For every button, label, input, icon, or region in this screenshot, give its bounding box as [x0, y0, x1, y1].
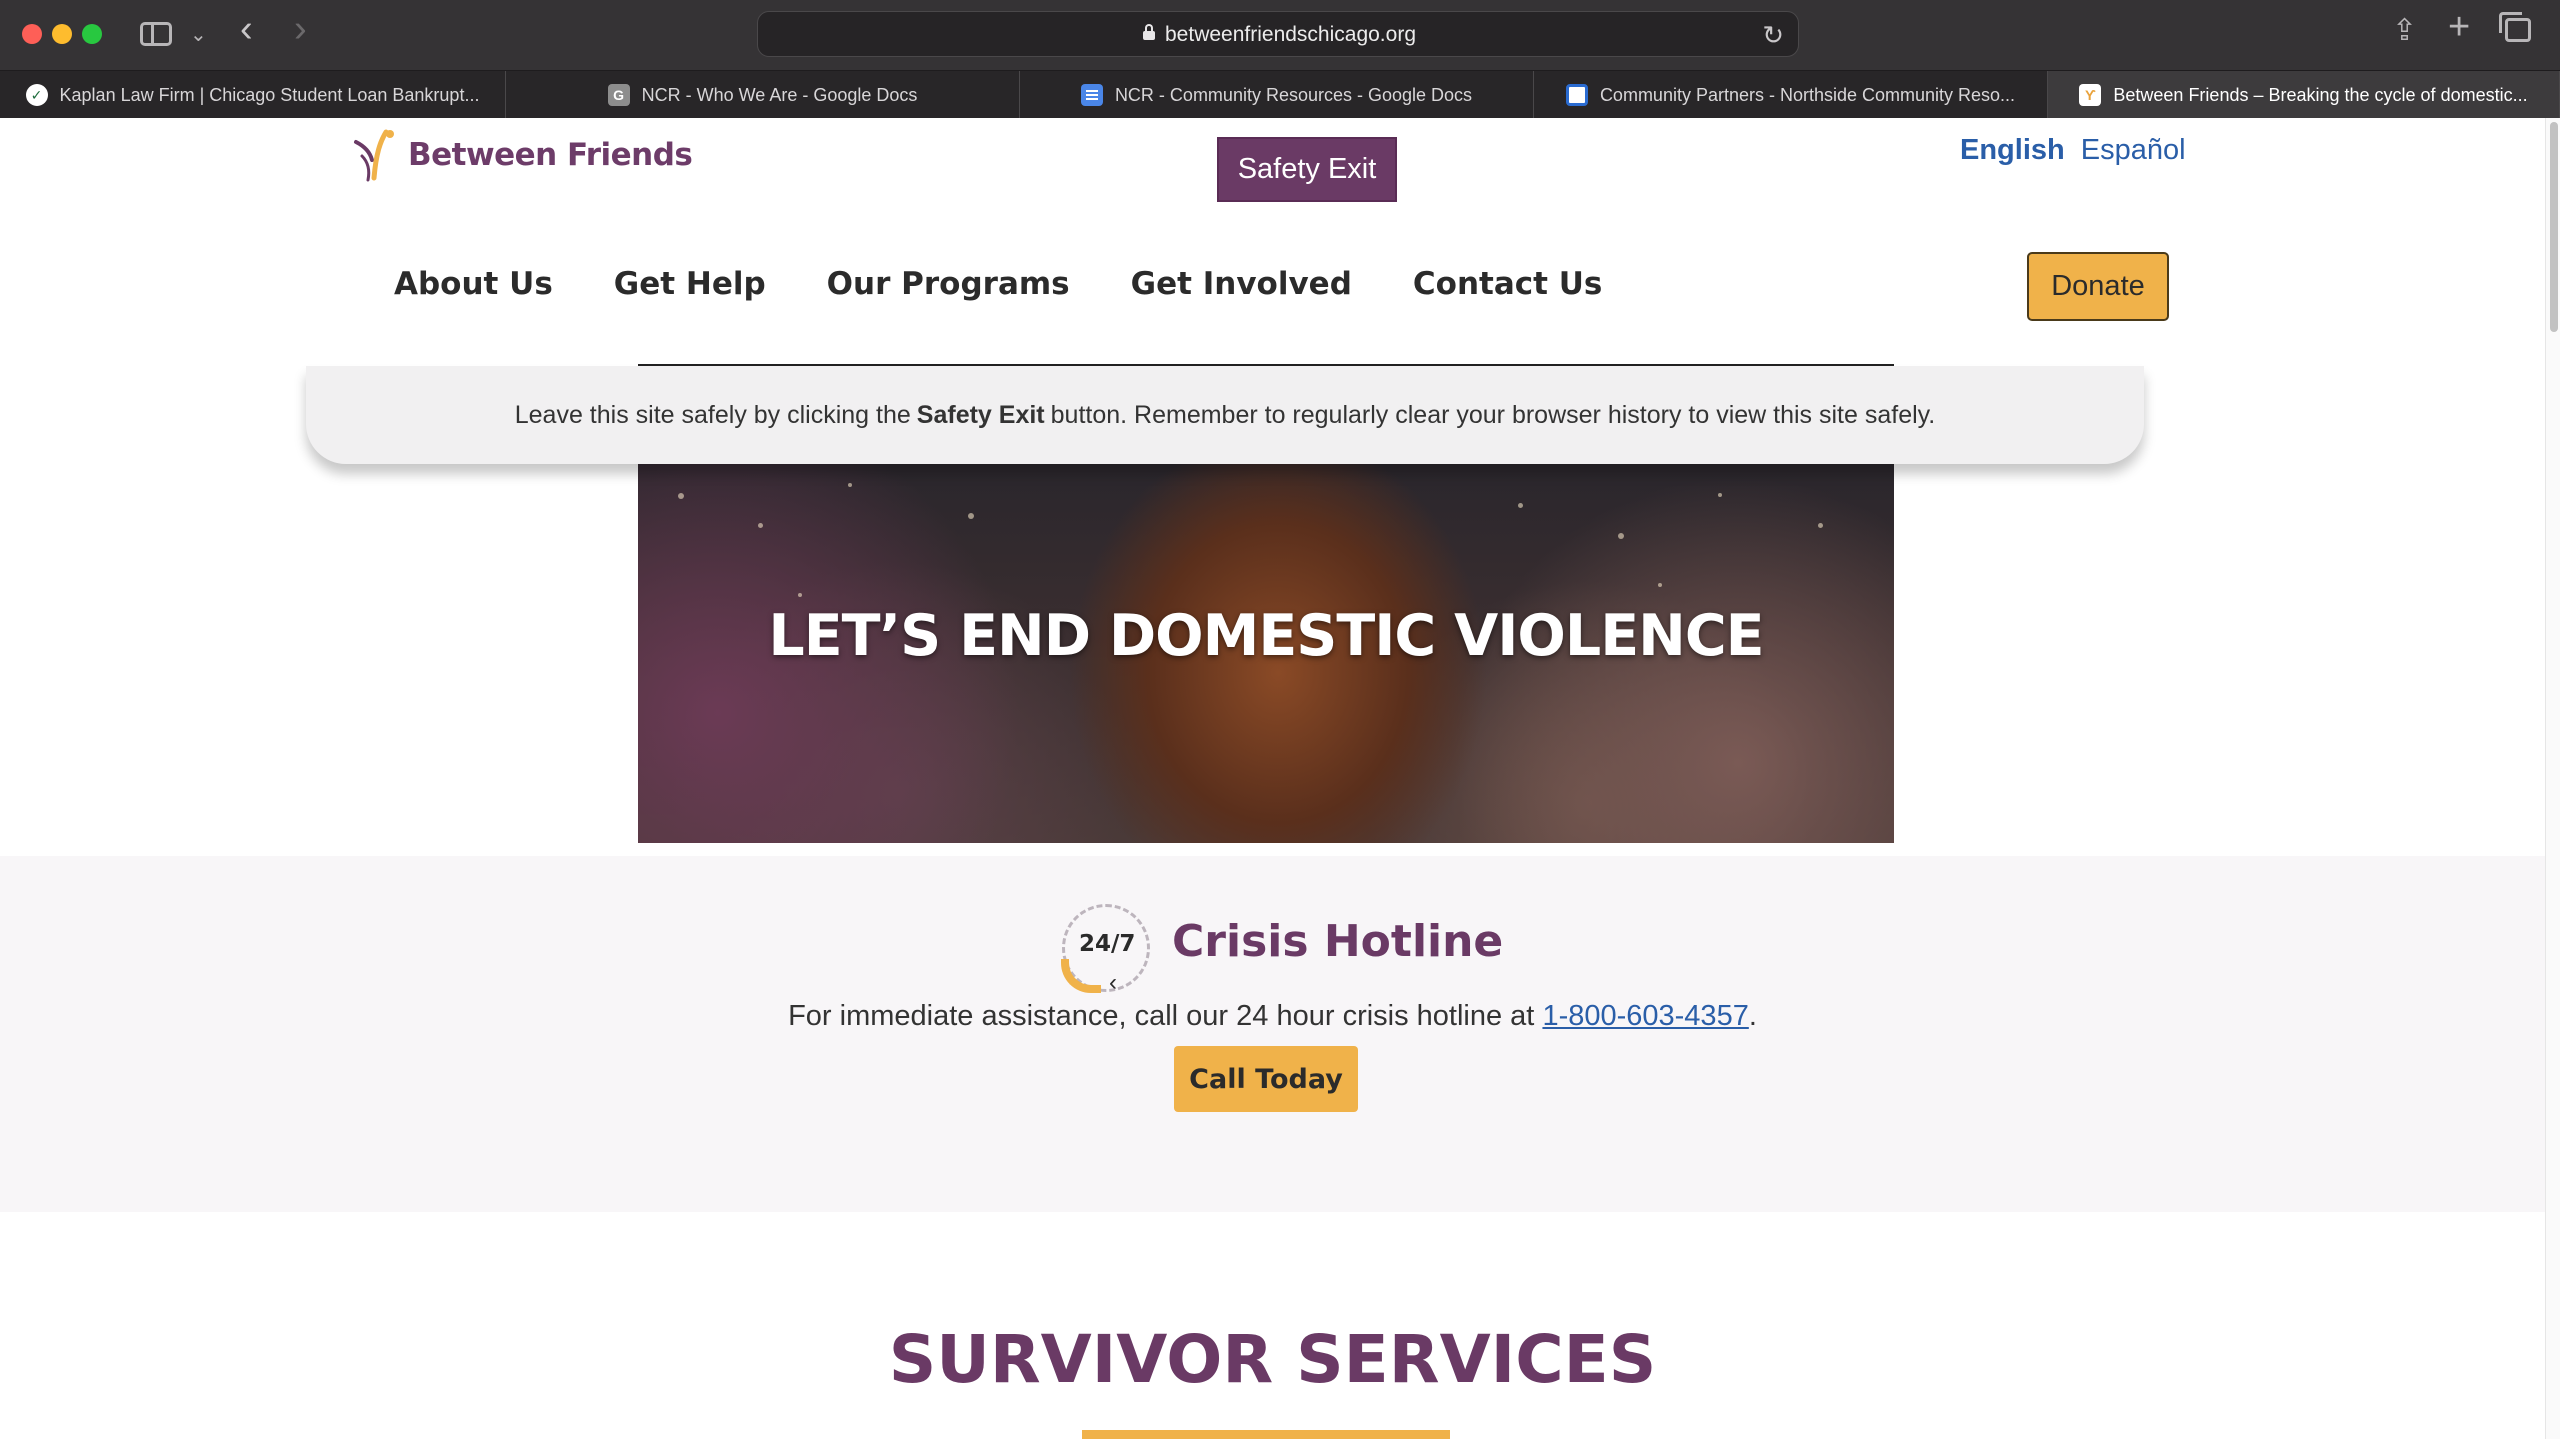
close-window-button[interactable]: [22, 24, 42, 44]
browser-tab[interactable]: NCR - Community Resources - Google Docs: [1020, 71, 1534, 119]
crisis-hotline-text: For immediate assistance, call our 24 ho…: [0, 1000, 2545, 1033]
google-docs-icon: [1080, 84, 1103, 106]
crisis-hotline-section: 24/7 ‹ Crisis Hotline For immediate assi…: [0, 856, 2545, 1212]
browser-tab[interactable]: Community Partners - Northside Community…: [1534, 71, 2048, 119]
tab-label: Community Partners - Northside Community…: [1599, 84, 2016, 105]
share-icon[interactable]: ⇪: [2392, 16, 2417, 46]
hero-banner-image: LET’S END DOMESTIC VIOLENCE: [638, 463, 1894, 843]
page-scrollbar[interactable]: [2545, 118, 2560, 1439]
notice-text-bold: Safety Exit: [916, 400, 1045, 429]
tab-label: NCR - Who We Are - Google Docs: [641, 84, 918, 105]
heading-underline: [1082, 1430, 1450, 1439]
crisis-text-before: For immediate assistance, call our 24 ho…: [788, 1000, 1535, 1032]
web-page: Between Friends Safety Exit English Espa…: [0, 118, 2545, 1439]
safety-exit-button[interactable]: Safety Exit: [1217, 137, 1397, 202]
ncr-favicon-icon: [1565, 84, 1588, 106]
crisis-hotline-title: Crisis Hotline: [1172, 916, 1504, 967]
chevron-down-icon[interactable]: ⌄: [190, 20, 207, 50]
sidebar-toggle-icon[interactable]: [140, 22, 172, 46]
url-text: betweenfriendschicago.org: [1165, 23, 1416, 46]
logo-text: Between Friends: [408, 137, 693, 173]
tab-overview-icon[interactable]: [2499, 12, 2531, 42]
reload-icon[interactable]: ↻: [1762, 20, 1784, 51]
between-friends-favicon-icon: ϒ: [2079, 84, 2102, 106]
language-spanish-link[interactable]: Español: [2081, 134, 2186, 166]
hero-title: LET’S END DOMESTIC VIOLENCE: [768, 603, 1764, 669]
site-logo[interactable]: Between Friends: [350, 128, 693, 182]
g-favicon-icon: G: [607, 84, 630, 106]
tab-label: Kaplan Law Firm | Chicago Student Loan B…: [59, 84, 480, 105]
forward-arrow-icon[interactable]: ›: [294, 10, 307, 48]
notice-text-after: button. Remember to regularly clear your…: [1050, 400, 1936, 429]
main-navigation: About Us Get Help Our Programs Get Invol…: [394, 266, 1602, 302]
language-switcher: English Español: [1960, 134, 2186, 167]
crisis-icon-text: 24/7: [1079, 931, 1136, 957]
zoom-window-button[interactable]: [82, 24, 102, 44]
24-7-phone-icon: 24/7 ‹: [1061, 904, 1150, 996]
tab-label: NCR - Community Resources - Google Docs: [1114, 84, 1473, 105]
browser-toolbar: ⌄ ‹ › betweenfriendschicago.org ↻ ⇪ +: [0, 0, 2560, 70]
between-friends-logo-icon: [354, 129, 394, 182]
back-arrow-icon[interactable]: ‹: [240, 10, 253, 48]
survivor-services-heading: SURVIVOR SERVICES: [888, 1321, 1657, 1398]
crisis-text-after: .: [1748, 1000, 1757, 1032]
safety-notice-bar: Leave this site safely by clicking the S…: [306, 366, 2144, 464]
nav-get-involved[interactable]: Get Involved: [1131, 266, 1352, 302]
nav-our-programs[interactable]: Our Programs: [827, 266, 1070, 302]
address-bar[interactable]: betweenfriendschicago.org ↻: [757, 11, 1799, 57]
nav-contact-us[interactable]: Contact Us: [1413, 266, 1602, 302]
call-today-button[interactable]: Call Today: [1174, 1046, 1358, 1112]
lock-icon: [1143, 24, 1155, 40]
language-english-link[interactable]: English: [1960, 134, 2065, 166]
donate-button[interactable]: Donate: [2027, 252, 2169, 321]
new-tab-plus-icon[interactable]: +: [2448, 8, 2470, 46]
tab-label: Between Friends – Breaking the cycle of …: [2113, 84, 2528, 105]
nav-get-help[interactable]: Get Help: [614, 266, 766, 302]
kaplan-favicon-icon: ✓: [25, 84, 48, 106]
tab-bar: ✓ Kaplan Law Firm | Chicago Student Loan…: [0, 70, 2560, 119]
browser-tab[interactable]: ✓ Kaplan Law Firm | Chicago Student Loan…: [0, 71, 506, 119]
crisis-phone-link[interactable]: 1-800-603-4357: [1542, 1000, 1748, 1032]
notice-text-before: Leave this site safely by clicking the: [514, 400, 911, 429]
scrollbar-thumb[interactable]: [2550, 122, 2558, 332]
nav-about-us[interactable]: About Us: [394, 266, 553, 302]
browser-tab[interactable]: G NCR - Who We Are - Google Docs: [506, 71, 1020, 119]
browser-tab-active[interactable]: ϒ Between Friends – Breaking the cycle o…: [2048, 71, 2560, 119]
minimize-window-button[interactable]: [52, 24, 72, 44]
